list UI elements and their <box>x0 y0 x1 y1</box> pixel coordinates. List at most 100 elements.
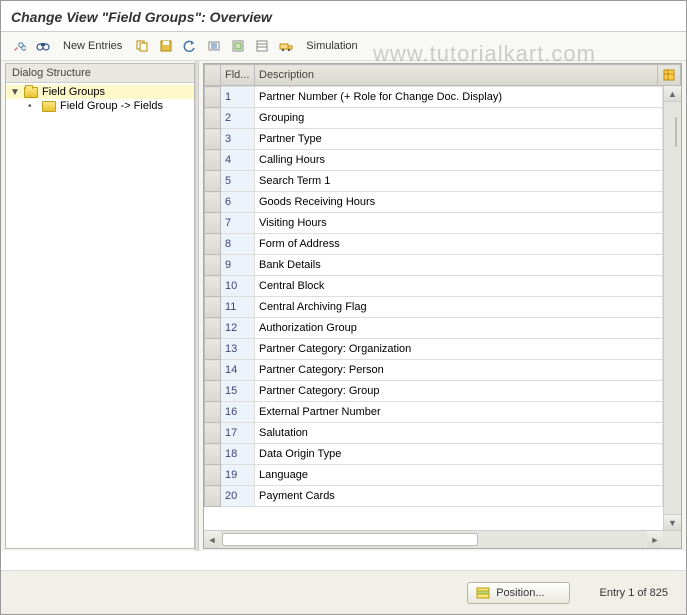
new-entries-button[interactable]: New Entries <box>57 36 128 56</box>
row-selector[interactable] <box>205 381 221 402</box>
vscroll-knob[interactable] <box>675 117 677 147</box>
table-row[interactable]: 7Visiting Hours <box>205 213 663 234</box>
table-row[interactable]: 2Grouping <box>205 108 663 129</box>
find-button[interactable] <box>33 36 53 56</box>
transport-icon <box>279 39 293 53</box>
cell-field-number: 10 <box>221 276 255 297</box>
table-row[interactable]: 12Authorization Group <box>205 318 663 339</box>
scroll-right-icon[interactable]: ► <box>647 531 663 548</box>
cell-description: Partner Type <box>255 129 663 150</box>
select-all-button[interactable] <box>228 36 248 56</box>
tree-bullet-icon: • <box>28 101 38 112</box>
table-row[interactable]: 1Partner Number (+ Role for Change Doc. … <box>205 87 663 108</box>
toggle-change-button[interactable] <box>9 36 29 56</box>
cell-field-number: 20 <box>221 486 255 507</box>
table-row[interactable]: 13Partner Category: Organization <box>205 339 663 360</box>
table-row[interactable]: 16External Partner Number <box>205 402 663 423</box>
position-button[interactable]: Position... <box>467 582 569 604</box>
table-row[interactable]: 6Goods Receiving Hours <box>205 192 663 213</box>
table-row[interactable]: 18Data Origin Type <box>205 444 663 465</box>
row-selector[interactable] <box>205 486 221 507</box>
cell-field-number: 4 <box>221 150 255 171</box>
table-row[interactable]: 4Calling Hours <box>205 150 663 171</box>
cell-description: Language <box>255 465 663 486</box>
column-field[interactable]: Fld... <box>221 65 255 86</box>
hscroll-knob[interactable] <box>222 533 478 546</box>
row-selector[interactable] <box>205 444 221 465</box>
cell-description: Central Archiving Flag <box>255 297 663 318</box>
table-row[interactable]: 5Search Term 1 <box>205 171 663 192</box>
row-selector[interactable] <box>205 171 221 192</box>
toolbar: New Entries Simulation <box>1 32 686 61</box>
table-row[interactable]: 17Salutation <box>205 423 663 444</box>
cell-field-number: 1 <box>221 87 255 108</box>
row-selector[interactable] <box>205 87 221 108</box>
scroll-up-icon[interactable]: ▲ <box>664 86 681 102</box>
row-selector[interactable] <box>205 318 221 339</box>
table-row[interactable]: 9Bank Details <box>205 255 663 276</box>
row-selector[interactable] <box>205 129 221 150</box>
cell-field-number: 11 <box>221 297 255 318</box>
table-row[interactable]: 15Partner Category: Group <box>205 381 663 402</box>
table-row[interactable]: 20Payment Cards <box>205 486 663 507</box>
row-selector[interactable] <box>205 297 221 318</box>
vertical-scrollbar[interactable]: ▲ ▼ <box>663 86 681 530</box>
cell-field-number: 9 <box>221 255 255 276</box>
cell-description: Partner Category: Group <box>255 381 663 402</box>
row-selector[interactable] <box>205 360 221 381</box>
row-selector[interactable] <box>205 150 221 171</box>
row-selector[interactable] <box>205 276 221 297</box>
table-row[interactable]: 3Partner Type <box>205 129 663 150</box>
row-selector[interactable] <box>205 255 221 276</box>
tree-node-label: Field Group -> Fields <box>60 100 163 112</box>
copy-button[interactable] <box>132 36 152 56</box>
cell-description: Partner Category: Person <box>255 360 663 381</box>
cell-description: Grouping <box>255 108 663 129</box>
tree-collapse-icon[interactable]: ▼ <box>10 87 20 98</box>
cell-field-number: 7 <box>221 213 255 234</box>
cell-field-number: 17 <box>221 423 255 444</box>
table-row[interactable]: 14Partner Category: Person <box>205 360 663 381</box>
cell-description: Central Block <box>255 276 663 297</box>
transport-button[interactable] <box>276 36 296 56</box>
content-area: Dialog Structure ▼ Field Groups • Field … <box>1 61 686 551</box>
table-row[interactable]: 8Form of Address <box>205 234 663 255</box>
column-description[interactable]: Description <box>255 65 658 86</box>
diskette-icon <box>159 39 173 53</box>
simulation-button[interactable]: Simulation <box>300 36 363 56</box>
table-settings-button[interactable] <box>658 65 681 86</box>
undo-icon <box>183 39 197 53</box>
tree-node-field-group-fields[interactable]: • Field Group -> Fields <box>6 99 194 113</box>
delete-button[interactable] <box>204 36 224 56</box>
entry-counter: Entry 1 of 825 <box>600 587 669 599</box>
row-selector[interactable] <box>205 234 221 255</box>
row-selector[interactable] <box>205 402 221 423</box>
horizontal-scrollbar[interactable]: ◄ ► <box>204 530 681 548</box>
cell-description: Salutation <box>255 423 663 444</box>
deselect-all-button[interactable] <box>252 36 272 56</box>
folder-icon <box>42 101 56 112</box>
table-row[interactable]: 11Central Archiving Flag <box>205 297 663 318</box>
tree-node-field-groups[interactable]: ▼ Field Groups <box>6 85 194 99</box>
row-selector[interactable] <box>205 465 221 486</box>
dialog-structure-panel: Dialog Structure ▼ Field Groups • Field … <box>5 63 195 549</box>
cell-field-number: 15 <box>221 381 255 402</box>
scroll-left-icon[interactable]: ◄ <box>204 531 220 548</box>
splitter[interactable] <box>195 61 199 551</box>
cell-description: Form of Address <box>255 234 663 255</box>
select-all-header[interactable] <box>205 65 221 86</box>
scroll-down-icon[interactable]: ▼ <box>664 514 681 530</box>
folder-open-icon <box>24 87 38 98</box>
undo-button[interactable] <box>180 36 200 56</box>
cell-field-number: 12 <box>221 318 255 339</box>
row-selector[interactable] <box>205 192 221 213</box>
save-button[interactable] <box>156 36 176 56</box>
table-row[interactable]: 10Central Block <box>205 276 663 297</box>
row-selector[interactable] <box>205 423 221 444</box>
table-row[interactable]: 19Language <box>205 465 663 486</box>
row-selector[interactable] <box>205 108 221 129</box>
row-selector[interactable] <box>205 339 221 360</box>
position-button-label: Position... <box>496 587 544 599</box>
cell-description: External Partner Number <box>255 402 663 423</box>
row-selector[interactable] <box>205 213 221 234</box>
